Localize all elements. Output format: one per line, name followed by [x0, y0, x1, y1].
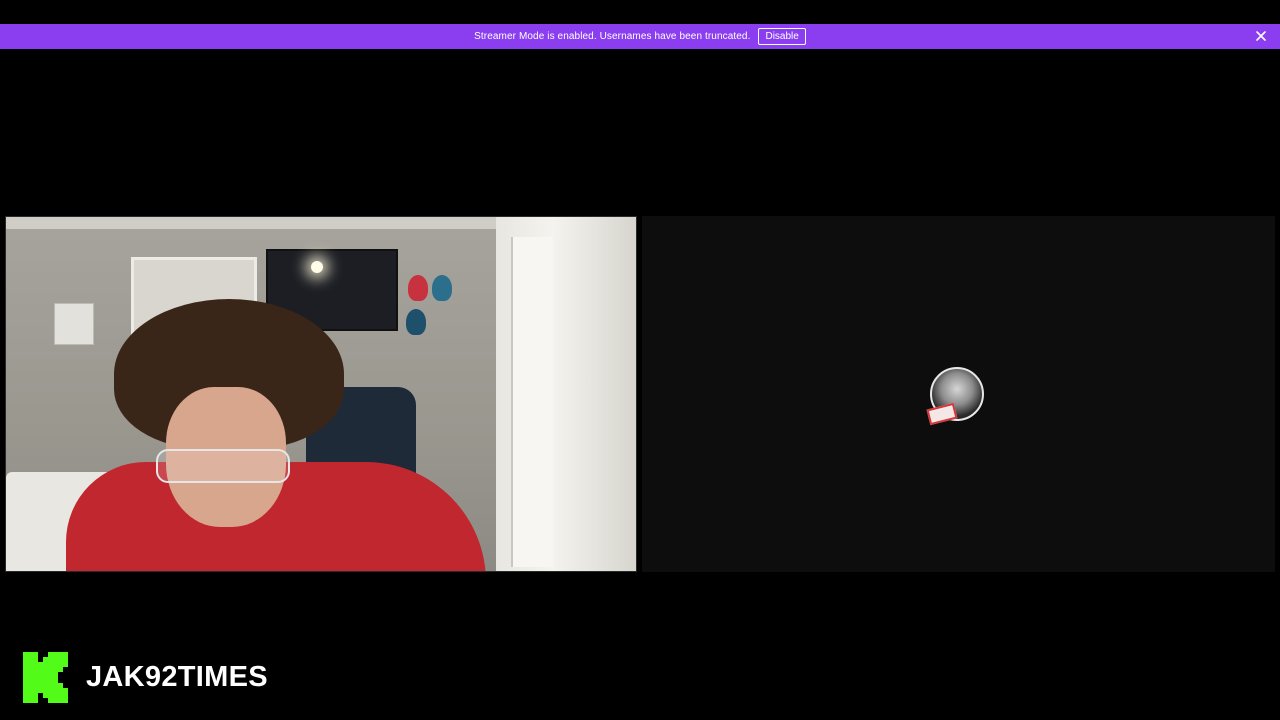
scene-light	[311, 261, 323, 273]
channel-brand: JAK92TIMES	[23, 652, 268, 703]
scene-cap-navy	[406, 309, 426, 335]
stream-view: Streamer Mode is enabled. Usernames have…	[0, 0, 1280, 720]
scene-wall-art	[54, 303, 94, 345]
scene-cap-blue	[432, 275, 452, 301]
streamer-glasses	[156, 449, 290, 483]
kick-logo-icon	[23, 652, 68, 703]
streamer-mode-banner: Streamer Mode is enabled. Usernames have…	[0, 24, 1280, 49]
guest-video-tile[interactable]	[642, 216, 1275, 572]
close-icon[interactable]	[1254, 29, 1268, 43]
webcam-video-tile[interactable]	[5, 216, 637, 572]
scene-doorframe	[511, 237, 553, 567]
disable-streamer-mode-button[interactable]: Disable	[758, 28, 806, 45]
channel-name: JAK92TIMES	[86, 661, 268, 693]
avatar-badge-icon	[926, 402, 958, 426]
scene-cap-red	[408, 275, 428, 301]
streamer-mode-message: Streamer Mode is enabled. Usernames have…	[474, 31, 751, 42]
